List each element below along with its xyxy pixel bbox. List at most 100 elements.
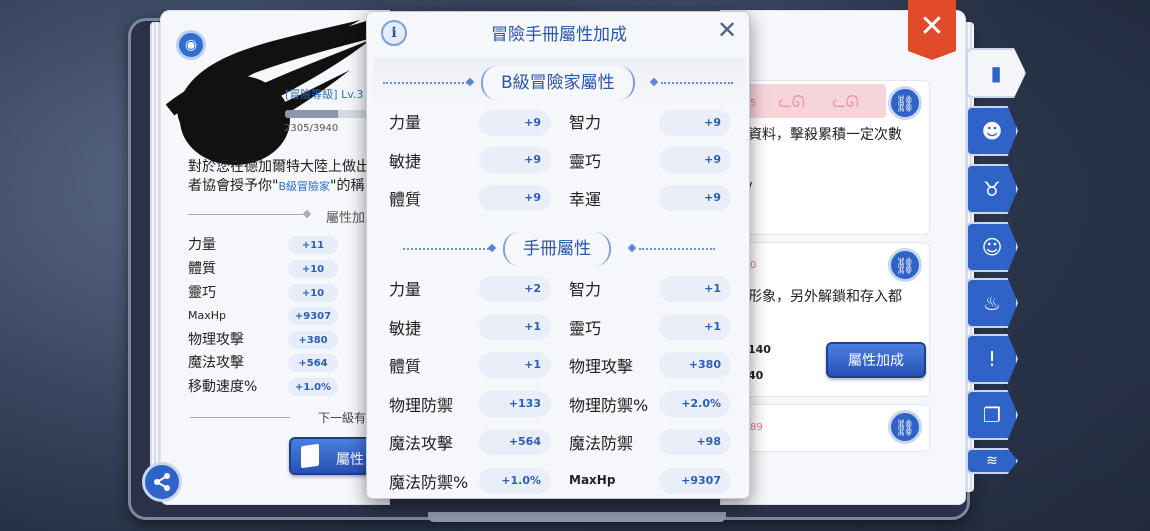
stat-name: 體質: [389, 190, 422, 209]
xp-text: 2305/3940: [284, 123, 339, 134]
card1-number: 5: [750, 98, 757, 109]
stat-value: +2: [479, 276, 551, 302]
stat-value: +1: [479, 352, 551, 378]
stat-name: 物理防禦: [389, 396, 454, 415]
stat-value: +1: [479, 314, 551, 340]
next-level-header: 下一級有: [186, 408, 366, 425]
stat-value: +1.0%: [479, 468, 551, 494]
horns-icon: ♉: [983, 177, 1001, 201]
stat-value: +9307: [659, 468, 731, 494]
chain-icon: ⛓: [894, 417, 916, 437]
stat-name: 敏捷: [389, 152, 422, 171]
left-stat-value: +9307: [288, 307, 338, 325]
close-icon: ✕: [919, 8, 945, 44]
card2-number: 0: [750, 260, 757, 271]
rank-highlight: B級冒險家: [278, 180, 330, 193]
stat-value: +564: [479, 429, 551, 455]
tab-more[interactable]: ≋: [966, 448, 1018, 474]
left-stat-name: 靈巧: [188, 285, 216, 301]
stat-name: 體質: [389, 357, 422, 376]
left-stat-value: +380: [288, 331, 338, 349]
dotted-line: [661, 82, 733, 84]
close-button[interactable]: ✕: [908, 0, 956, 60]
close-icon: ✕: [717, 16, 738, 44]
desc-text-end: "的稱: [330, 178, 365, 194]
stat-name: 幸運: [569, 190, 602, 209]
stat-value: +98: [659, 429, 731, 455]
stat-value: +380: [659, 352, 731, 378]
stat-name: 物理防禦%: [569, 396, 649, 415]
stat-name: 敏捷: [389, 319, 422, 338]
left-stat-name: 魔法攻擊: [188, 355, 244, 371]
diamond: [487, 243, 497, 253]
left-stat-name: 移動速度%: [188, 379, 258, 395]
stat-value: +9: [659, 110, 731, 136]
card3-number: 89: [750, 422, 763, 433]
link-button-2[interactable]: ⛓: [888, 248, 922, 282]
share-icon: [154, 473, 170, 491]
attribute-button-label: 屬性: [336, 452, 364, 468]
tab-cooking[interactable]: ♨: [966, 278, 1018, 328]
section-header-handbook: 手冊屬性: [367, 232, 749, 266]
left-stat-value: +564: [288, 354, 338, 372]
rank-description: 對於您在德加爾特大陸上做出 者協會授予你"B級冒險家"的稱: [188, 158, 368, 196]
tab-npc[interactable]: !: [966, 334, 1018, 384]
monster-face-icon: ☻: [981, 119, 1003, 143]
link-button-3[interactable]: ⛓: [888, 410, 922, 444]
alert-person-icon: !: [987, 347, 997, 371]
tab-handbook[interactable]: ▮: [966, 48, 1026, 98]
xp-bar-fill: [285, 110, 338, 118]
stat-name: 力量: [389, 280, 422, 299]
desc-line-2: 者協會授予你"B級冒險家"的稱: [188, 177, 368, 196]
stat-value: +9: [659, 185, 731, 211]
left-stat-name: 物理攻擊: [188, 332, 244, 348]
stat-name: 魔法防禦%: [389, 473, 469, 492]
left-section-header: 屬性加成: [186, 207, 378, 226]
chain-icon: ⛓: [894, 93, 916, 113]
card1-text: 資料，擊殺累積一定次數: [748, 127, 902, 143]
left-stat-name: 力量: [188, 237, 216, 253]
diamond: [465, 77, 475, 87]
stat-value: +9: [659, 147, 731, 173]
stat-name: 靈巧: [569, 152, 602, 171]
share-button[interactable]: [142, 462, 182, 502]
cat-icon: ᓚᘏ: [832, 92, 859, 111]
tab-pets[interactable]: ☺: [966, 222, 1018, 272]
left-stat-value: +11: [288, 236, 338, 254]
left-stat-value: +1.0%: [288, 378, 338, 396]
tab-lore[interactable]: ❐: [966, 390, 1018, 440]
stat-value: +133: [479, 391, 551, 417]
diamond: [627, 243, 637, 253]
popup-title: 冒險手冊屬性加成: [491, 25, 627, 45]
stat-value: +9: [479, 110, 551, 136]
scroll-icon: ≋: [986, 453, 998, 469]
stat-name: 靈巧: [569, 319, 602, 338]
tab-monsters[interactable]: ☻: [966, 106, 1018, 156]
card2-text: 形象，另外解鎖和存入都: [748, 289, 902, 305]
stat-value: +2.0%: [659, 391, 731, 417]
popup-close-button[interactable]: ✕: [717, 16, 737, 44]
adventure-rank-label: [冒險等級] Lv.3: [285, 88, 364, 101]
tab-headwear[interactable]: ♉: [966, 164, 1018, 214]
card2-line3: 40: [748, 369, 764, 382]
link-button-1[interactable]: ⛓: [888, 86, 922, 120]
pet-icon: ☺: [981, 235, 1003, 259]
section-label: B級冒險家屬性: [481, 66, 635, 100]
monster-banner: [736, 84, 886, 118]
stat-name: 智力: [569, 113, 602, 132]
stat-value: +9: [479, 185, 551, 211]
card2-line2: 140: [748, 343, 771, 356]
book-bottom-tab: [428, 512, 726, 522]
desc-line-1: 對於您在德加爾特大陸上做出: [188, 159, 368, 175]
desc-text: 者協會授予你": [188, 178, 279, 194]
stat-name: 力量: [389, 113, 422, 132]
attribute-popup: i 冒險手冊屬性加成 ✕ B級冒險家屬性 力量 +9 智力 +9 敏捷 +9 靈…: [366, 11, 750, 499]
chef-hat-icon: ♨: [983, 291, 1001, 315]
left-stat-value: +10: [288, 284, 338, 302]
stat-name: MaxHp: [569, 473, 616, 487]
section-header-rank: B級冒險家屬性: [367, 66, 749, 100]
stat-name: 魔法防禦: [569, 434, 634, 453]
attribute-bonus-button[interactable]: 屬性加成: [826, 342, 926, 378]
stat-value: +9: [479, 147, 551, 173]
left-stat-value: +10: [288, 260, 338, 278]
